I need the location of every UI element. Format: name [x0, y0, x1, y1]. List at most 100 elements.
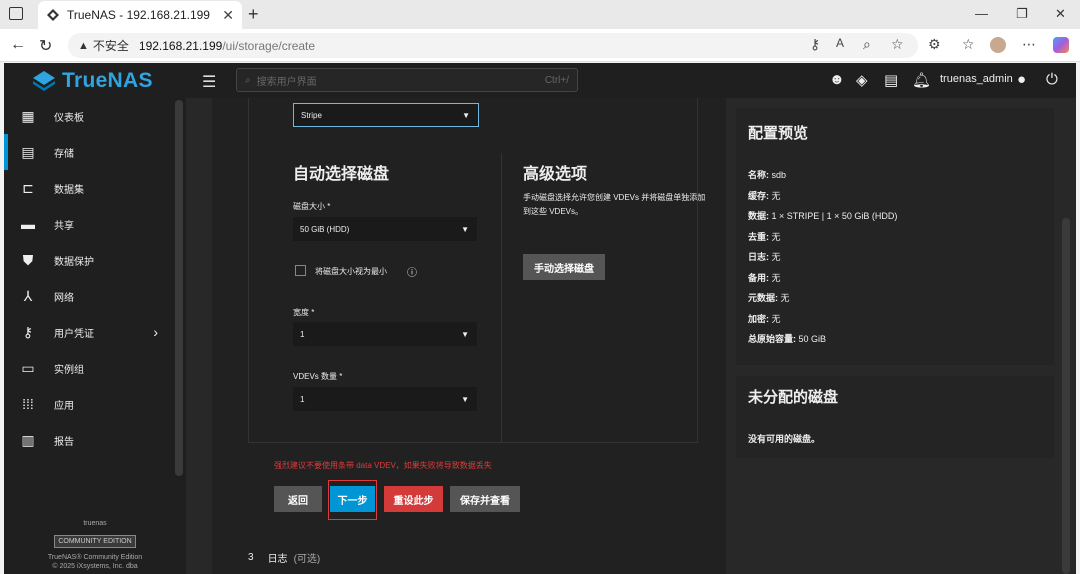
reload-icon[interactable]: ↻ [39, 36, 52, 56]
main-scrollbar[interactable] [1062, 218, 1070, 574]
help-icon[interactable]: ⓘ [407, 264, 417, 279]
truecommand-icon[interactable]: ◈ [856, 71, 868, 89]
caret-down-icon: ▼ [462, 110, 470, 120]
extensions-icon[interactable]: ⚙ [928, 36, 941, 53]
window-close-icon[interactable]: ✕ [1055, 6, 1066, 22]
search-icon: ⌕ [245, 74, 251, 86]
sidebar-item-network[interactable]: ⅄ 网络 [4, 278, 174, 314]
advanced-description: 手动磁盘选择允许您创建 VDEVs 并将磁盘单独添加到这些 VDEVs。 [523, 193, 706, 216]
zoom-icon[interactable]: ⌕ [863, 36, 871, 53]
profile-avatar[interactable] [990, 37, 1006, 53]
manual-select-button[interactable]: 手动选择磁盘 [523, 254, 605, 280]
preview-row: 元数据: 无 [748, 293, 790, 303]
footer-copyright: © 2025 iXsystems, Inc. dba [52, 563, 138, 570]
browser-tab[interactable]: TrueNAS - 192.168.21.199 ✕ [38, 1, 242, 29]
tab-actions-icon[interactable] [9, 7, 23, 20]
search-placeholder: 搜索用户界面 [256, 76, 317, 88]
sidebar-item-label: 报告 [54, 436, 74, 448]
username[interactable]: truenas_admin [940, 73, 1013, 85]
preview-row: 备用: 无 [748, 273, 781, 283]
apps-icon: ⁞⁞⁞ [22, 396, 34, 412]
menu-toggle-icon[interactable]: ☰ [202, 72, 216, 92]
sidebar-item-datasets[interactable]: ⊏ 数据集 [4, 170, 174, 206]
url-field[interactable]: ▲ 不安全 192.168.21.199/ui/storage/create [68, 33, 918, 58]
jobs-icon[interactable]: ▤ [884, 71, 898, 89]
footer-hostname: truenas [83, 520, 107, 527]
next-button[interactable]: 下一步 [330, 486, 375, 512]
sidebar-item-data-protection[interactable]: ⛊ 数据保护 [4, 242, 174, 278]
sidebar-item-instances[interactable]: ▭ 实例组 [4, 350, 174, 386]
sidebar-footer: truenas COMMUNITY EDITION TrueNAS® Commu… [4, 520, 186, 570]
disk-size-select[interactable]: 50 GiB (HDD) ▼ [293, 217, 477, 241]
preview-row: 日志: 无 [748, 252, 781, 262]
save-and-review-button[interactable]: 保存并查看 [450, 486, 520, 512]
key-icon: ⚷ [22, 323, 34, 340]
read-aloud-icon[interactable]: A [836, 36, 844, 50]
key-icon[interactable]: ⚷ [810, 36, 820, 53]
sidebar-item-label: 共享 [54, 220, 74, 232]
reset-step-button[interactable]: 重设此步 [384, 486, 443, 512]
user-account-icon[interactable]: ● [1017, 71, 1026, 88]
security-label: 不安全 [92, 39, 129, 53]
vdevs-value: 1 [300, 394, 305, 404]
back-button[interactable]: 返回 [274, 486, 322, 512]
vdevs-label: VDEVs 数量 * [293, 372, 343, 381]
sidebar-item-shares[interactable]: ▬ 共享 [4, 206, 174, 242]
sidebar-item-label: 存储 [54, 148, 74, 160]
main-content: Stripe ▼ 自动选择磁盘 磁盘大小 * 50 GiB (HDD) ▼ 将磁… [186, 98, 1076, 574]
sidebar-item-reports[interactable]: ▥ 报告 [4, 422, 174, 458]
step-3-header[interactable]: 3 日志 (可选) [248, 550, 320, 565]
layout-select[interactable]: Stripe ▼ [293, 103, 479, 127]
config-preview-card: 配置预览 名称: sdb 缓存: 无 数据: 1 × STRIPE | 1 × … [736, 108, 1054, 365]
search-input[interactable]: ⌕ 搜索用户界面 Ctrl+/ [236, 68, 578, 92]
storage-icon: ▤ [21, 143, 35, 160]
search-shortcut: Ctrl+/ [544, 74, 569, 86]
sidebar-item-label: 数据集 [54, 184, 84, 196]
sidebar-item-credentials[interactable]: ⚷ 用户凭证 › [4, 314, 174, 350]
address-bar: ← ↻ ▲ 不安全 192.168.21.199/ui/storage/crea… [0, 29, 1080, 62]
power-icon[interactable]: ⏻ [1046, 71, 1058, 88]
truenas-logo[interactable]: TrueNAS [32, 69, 153, 93]
preview-row: 缓存: 无 [748, 191, 781, 201]
width-value: 1 [300, 329, 305, 339]
favorites-icon[interactable]: ☆ [962, 36, 975, 53]
sidebar-item-apps[interactable]: ⁞⁞⁞ 应用 [4, 386, 174, 422]
sidebar-item-dashboard[interactable]: ▦ 仪表板 [4, 98, 174, 134]
reports-icon: ▥ [21, 431, 35, 448]
truenas-app: TrueNAS ☰ ⌕ 搜索用户界面 Ctrl+/ ☻ ◈ ▤ 🔔︎ truen… [4, 63, 1076, 574]
restore-icon[interactable]: ❐ [1016, 6, 1028, 22]
treat-min-checkbox[interactable] [295, 265, 306, 276]
back-arrow-icon[interactable]: ← [10, 36, 26, 54]
preview-row: 名称: sdb [748, 170, 787, 180]
step-number: 3 [248, 552, 254, 563]
data-step-panel: Stripe ▼ 自动选择磁盘 磁盘大小 * 50 GiB (HDD) ▼ 将磁… [248, 98, 705, 443]
sidebar-scrollbar[interactable] [175, 100, 183, 476]
shield-icon: ⛊ [22, 251, 34, 268]
width-select[interactable]: 1 ▼ [293, 322, 477, 346]
favorite-star-icon[interactable]: ☆ [891, 36, 904, 53]
new-tab-icon[interactable]: + [248, 4, 259, 25]
url-path: /ui/storage/create [222, 38, 316, 53]
minimize-icon[interactable]: — [975, 6, 988, 21]
copilot-icon[interactable] [1053, 37, 1069, 53]
footer-product: TrueNAS® Community Edition [47, 554, 143, 561]
feedback-icon[interactable]: ☻ [829, 71, 845, 88]
width-label: 宽度 * [293, 308, 315, 317]
close-tab-icon[interactable]: ✕ [222, 7, 234, 24]
preview-row: 加密: 无 [748, 314, 781, 324]
sidebar-item-storage[interactable]: ▤ 存储 [4, 134, 174, 170]
sidebar-item-label: 用户凭证 [54, 328, 94, 340]
more-icon[interactable]: ⋯ [1022, 36, 1036, 53]
advanced-heading: 高级选项 [523, 166, 588, 183]
warning-icon: ▲ [78, 39, 89, 52]
config-preview-title: 配置预览 [748, 125, 809, 142]
pool-wizard-card: Stripe ▼ 自动选择磁盘 磁盘大小 * 50 GiB (HDD) ▼ 将磁… [212, 98, 726, 574]
sidebar-item-label: 应用 [54, 400, 74, 412]
vdevs-select[interactable]: 1 ▼ [293, 387, 477, 411]
disk-size-label: 磁盘大小 * [293, 202, 331, 211]
column-divider [501, 153, 502, 443]
treat-min-label: 将磁盘大小视为最小 [315, 267, 387, 276]
notifications-icon[interactable]: 🔔︎ [912, 71, 931, 89]
sidebar-item-label: 实例组 [54, 364, 84, 376]
caret-down-icon: ▼ [461, 224, 469, 234]
